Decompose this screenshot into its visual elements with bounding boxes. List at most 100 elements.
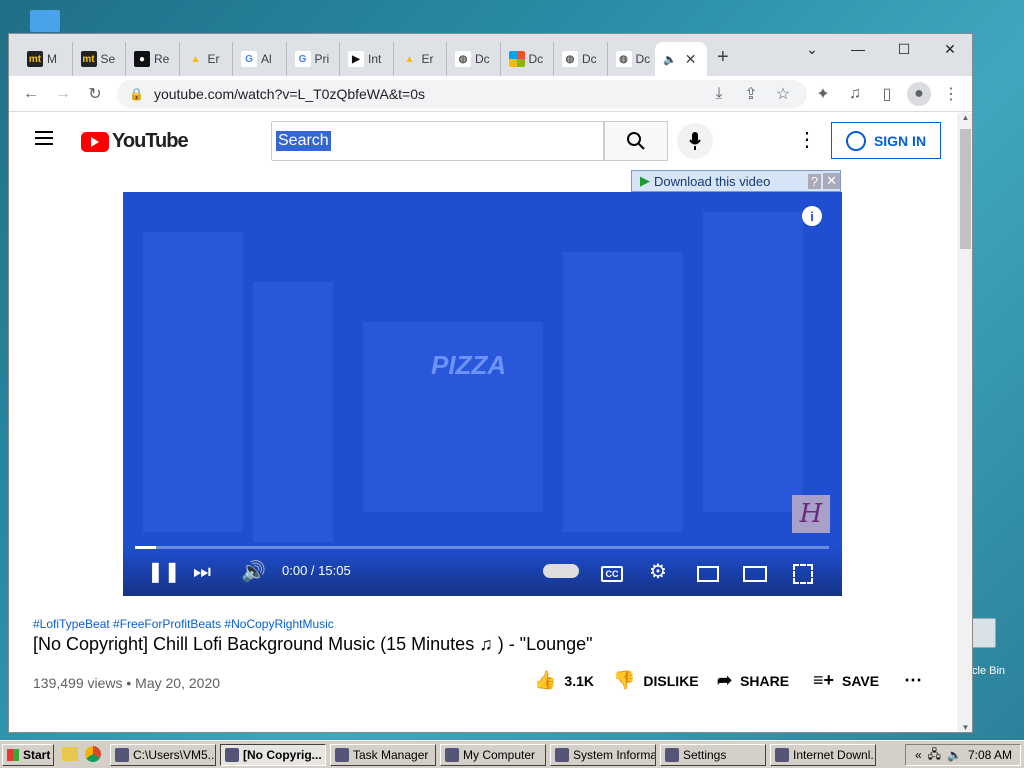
scroll-up-icon[interactable]: ▲: [957, 113, 972, 122]
fullscreen-icon[interactable]: [793, 564, 813, 584]
tab-label: Dc: [635, 52, 651, 66]
profile-icon[interactable]: ●: [907, 82, 931, 106]
globe-icon: ◍: [562, 51, 578, 67]
tab-search-button[interactable]: ⌄: [789, 34, 835, 64]
start-button[interactable]: Start: [2, 744, 54, 766]
taskbar-button[interactable]: Settings: [660, 744, 766, 766]
settings-gear-icon[interactable]: ⚙: [649, 559, 667, 584]
clock: 7:08 AM: [967, 748, 1012, 762]
share-page-icon[interactable]: ⇪: [739, 82, 763, 106]
browser-tab[interactable]: mt Se: [73, 42, 126, 76]
page-scrollbar[interactable]: ▲ ▼: [957, 113, 972, 732]
new-tab-button[interactable]: +: [717, 46, 729, 69]
address-bar[interactable]: 🔒 youtube.com/watch?v=L_T0zQbfeWA&t=0s: [117, 80, 807, 108]
maximize-button[interactable]: ☐: [881, 34, 927, 64]
browser-tab[interactable]: ▲ Er: [394, 42, 447, 76]
scroll-down-icon[interactable]: ▼: [957, 723, 972, 732]
taskbar-button-label: My Computer: [463, 748, 536, 762]
info-icon[interactable]: i: [802, 206, 822, 226]
sign-in-button[interactable]: SIGN IN: [831, 122, 941, 159]
taskbar-button[interactable]: [No Copyrig...: [220, 744, 326, 766]
scroll-thumb[interactable]: [960, 129, 971, 249]
chrome-quicklaunch-icon[interactable]: [85, 746, 101, 762]
taskbar-button[interactable]: Internet Downl...: [770, 744, 876, 766]
taskbar-button[interactable]: System Informa...: [550, 744, 656, 766]
menu-kebab-icon[interactable]: ⋮: [939, 82, 963, 106]
next-icon[interactable]: ⏭: [193, 561, 211, 584]
video-player[interactable]: PIZZA i H ❚❚ ⏭ 🔊 0:00 / 15:05 CC ⚙: [123, 192, 842, 596]
browser-tab[interactable]: ▶ Int: [340, 42, 394, 76]
globe-icon: ◍: [455, 51, 471, 67]
forward-icon[interactable]: →: [51, 82, 75, 106]
volume-icon[interactable]: 🔊: [241, 559, 266, 584]
download-video-bar[interactable]: ▶ Download this video ? ✕: [631, 170, 841, 192]
side-panel-icon[interactable]: ▯: [875, 82, 899, 106]
view-count: 139,499 views • May 20, 2020: [33, 675, 221, 691]
autoplay-toggle[interactable]: [543, 564, 579, 578]
pause-icon[interactable]: ❚❚: [147, 559, 181, 584]
hamburger-icon[interactable]: [35, 131, 53, 145]
browser-tab[interactable]: ◍ Dc: [554, 42, 608, 76]
browser-tab[interactable]: G Al: [233, 42, 287, 76]
windows-logo-icon: [7, 749, 19, 761]
more-actions-icon[interactable]: ⋯: [904, 670, 922, 691]
close-tab-icon[interactable]: ✕: [685, 51, 697, 68]
lock-icon: 🔒: [129, 87, 144, 101]
settings-kebab-icon[interactable]: ⋮: [797, 127, 817, 152]
tab-label: Er: [207, 52, 220, 66]
my-computer-icon: [445, 748, 459, 762]
captions-icon[interactable]: CC: [601, 566, 623, 582]
browser-tab[interactable]: mt M: [19, 42, 73, 76]
tab-label: Dc: [528, 52, 544, 66]
taskbar-button[interactable]: My Computer: [440, 744, 546, 766]
browser-tab[interactable]: G Pri: [287, 42, 340, 76]
taskbar-button-label: Settings: [683, 748, 727, 762]
bookmark-star-icon[interactable]: ☆: [771, 82, 795, 106]
mic-button[interactable]: [677, 123, 713, 159]
tray-expand-icon[interactable]: «: [915, 748, 922, 762]
mt-favicon-icon: mt: [27, 51, 43, 67]
network-icon[interactable]: 🖧: [928, 745, 941, 766]
desktop-folder-icon[interactable]: [30, 10, 60, 32]
video-hashtags[interactable]: #LofiTypeBeat #FreeForProfitBeats #NoCop…: [33, 617, 933, 631]
recycle-bin-icon[interactable]: [970, 618, 996, 648]
miniplayer-icon[interactable]: [697, 566, 719, 582]
theater-mode-icon[interactable]: [743, 566, 767, 582]
like-button[interactable]: 👍 3.1K: [534, 670, 594, 691]
browser-tab[interactable]: ◍ Dc: [447, 42, 501, 76]
show-desktop-icon[interactable]: [62, 747, 78, 761]
search-button[interactable]: [604, 121, 668, 161]
idm-icon: [775, 748, 789, 762]
media-control-icon[interactable]: ♫: [843, 82, 867, 106]
taskbar-button[interactable]: Task Manager: [330, 744, 436, 766]
microsoft-icon: [508, 51, 525, 67]
browser-window: mt Mmt Se ● Re ▲ Er G Al G Pri ▶ Int ▲ Er ◍ Dc Dc ◍ Dc ◍ Dc 🔈…: [8, 33, 973, 733]
taskbar-button[interactable]: C:\Users\VM5...: [110, 744, 216, 766]
dislike-button[interactable]: 👎 DISLIKE: [613, 670, 699, 691]
save-button[interactable]: ≡+ SAVE: [813, 670, 879, 691]
tab-label: Al: [261, 52, 272, 66]
progress-bar[interactable]: [135, 546, 829, 549]
play-logo-icon: [81, 131, 109, 152]
volume-tray-icon[interactable]: 🔈: [947, 748, 962, 762]
channel-watermark[interactable]: H: [792, 495, 830, 533]
extensions-icon[interactable]: ✦: [811, 82, 835, 106]
search-icon: [627, 132, 645, 150]
tab-youtube-active[interactable]: 🔈 ✕: [655, 42, 707, 76]
reload-icon[interactable]: ↻: [83, 82, 107, 106]
share-button[interactable]: ➦ SHARE: [717, 670, 789, 691]
minimize-button[interactable]: —: [835, 34, 881, 64]
youtube-logo[interactable]: YouTube: [81, 130, 189, 153]
help-icon[interactable]: ?: [807, 173, 822, 189]
system-tray: « 🖧 🔈 7:08 AM: [905, 744, 1021, 766]
close-download-bar-icon[interactable]: ✕: [823, 173, 840, 189]
search-input[interactable]: Search: [271, 121, 604, 161]
browser-tab[interactable]: Dc: [501, 42, 554, 76]
close-window-button[interactable]: ✕: [927, 34, 972, 64]
browser-tab[interactable]: ▲ Er: [180, 42, 233, 76]
mt-favicon-icon: mt: [80, 51, 97, 67]
download-icon[interactable]: ⤓: [707, 82, 731, 106]
browser-tab[interactable]: ● Re: [126, 42, 180, 76]
browser-tab[interactable]: ◍ Dc: [608, 42, 661, 76]
back-icon[interactable]: ←: [19, 82, 43, 106]
